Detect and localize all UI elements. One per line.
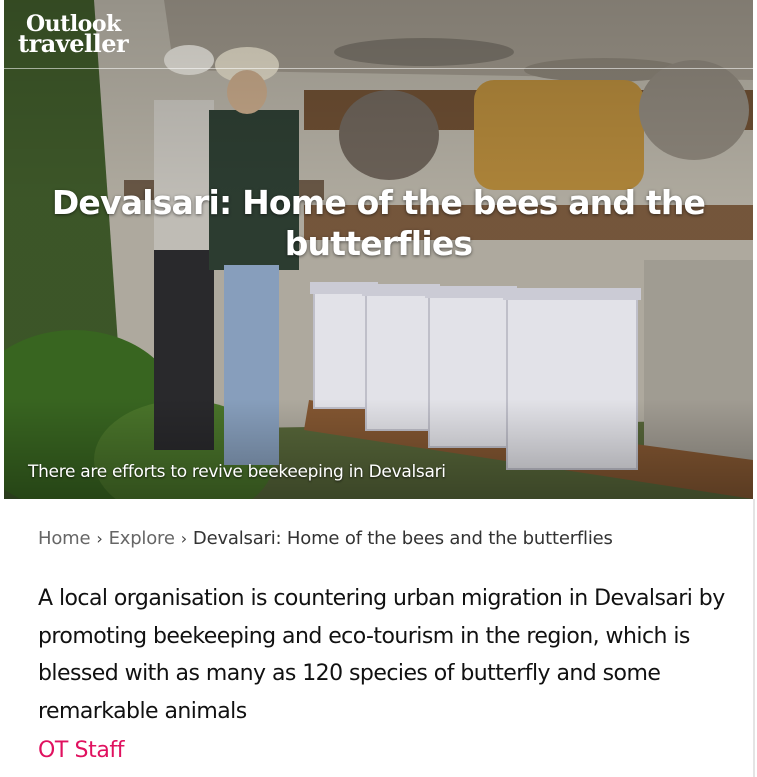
chevron-right-icon: › (180, 529, 187, 548)
article-page: Outlook traveller Devalsari: Home of the… (0, 0, 757, 777)
content-border (753, 499, 755, 777)
breadcrumb-current: Devalsari: Home of the bees and the butt… (192, 528, 613, 549)
header-divider (4, 68, 753, 69)
article-standfirst: A local organisation is countering urban… (38, 586, 725, 724)
article-title: Devalsari: Home of the bees and the butt… (51, 183, 706, 263)
brand-logo[interactable]: Outlook traveller (18, 13, 129, 58)
breadcrumb-explore[interactable]: Explore (109, 528, 175, 549)
article-body: Home › Explore › Devalsari: Home of the bees… (4, 499, 753, 777)
image-caption: There are efforts to revive beekeeping i… (28, 462, 446, 482)
author-link[interactable]: OT Staff (38, 738, 125, 763)
hero-image: Outlook traveller Devalsari: Home of the… (4, 0, 753, 499)
breadcrumb: Home › Explore › Devalsari: Home of the bees… (38, 528, 613, 549)
chevron-right-icon: › (96, 529, 103, 548)
logo-line-2: traveller (18, 29, 129, 58)
breadcrumb-home[interactable]: Home (38, 528, 91, 549)
